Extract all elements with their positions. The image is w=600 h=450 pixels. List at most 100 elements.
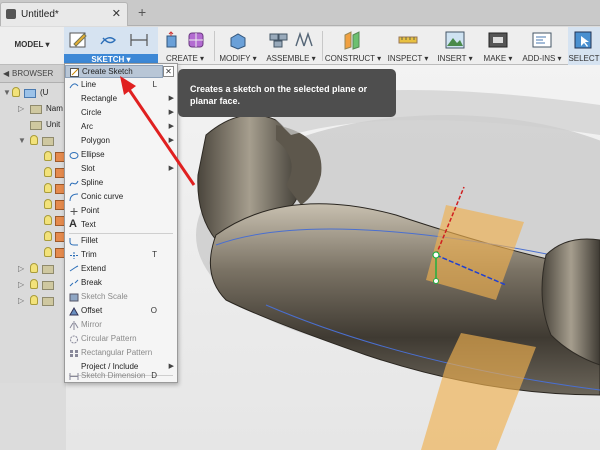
visibility-bulb-icon[interactable] (44, 247, 52, 257)
visibility-bulb-icon[interactable] (30, 263, 38, 273)
menu-item-slot[interactable]: Slot ▶ (65, 163, 177, 176)
menu-item-text[interactable]: A Text (65, 218, 177, 232)
create-group[interactable]: CREATE ▾ (160, 27, 210, 65)
menu-item-arc[interactable]: Arc ▶ (65, 121, 177, 134)
text-icon: A (69, 218, 77, 230)
collapse-icon[interactable]: ◀ (3, 69, 9, 78)
visibility-bulb-icon[interactable] (44, 183, 52, 193)
make-menu-button[interactable]: MAKE ▾ (478, 54, 518, 63)
menu-item-ellipse[interactable]: Ellipse (65, 149, 177, 162)
tree-item[interactable]: ▷ (0, 293, 66, 309)
menu-item-offset[interactable]: Offset O (65, 305, 177, 318)
menu-item-extend[interactable]: Extend (65, 263, 177, 276)
visibility-bulb-icon[interactable] (30, 279, 38, 289)
select-menu-button[interactable]: SELECT (568, 54, 600, 63)
triangle-down-icon[interactable]: ▼ (18, 136, 26, 145)
3d-print-icon (488, 32, 508, 48)
tree-item[interactable] (0, 165, 66, 181)
visibility-bulb-icon[interactable] (44, 215, 52, 225)
menu-item-mirror[interactable]: Mirror (65, 319, 177, 332)
tree-item[interactable] (0, 245, 66, 261)
triangle-down-icon[interactable]: ▼ (3, 88, 11, 97)
create-sketch-icon (69, 32, 87, 48)
menu-shortcut: D (151, 371, 157, 380)
inspect-group[interactable]: INSPECT ▾ (386, 27, 430, 65)
menu-item-label: Offset (81, 306, 103, 315)
addins-menu-button[interactable]: ADD-INS ▾ (520, 54, 564, 63)
triangle-right-icon[interactable]: ▷ (18, 296, 24, 305)
tree-item-root[interactable]: ▼ (U (0, 85, 66, 101)
menu-item-circular-pattern[interactable]: Circular Pattern (65, 333, 177, 346)
trim-icon (70, 252, 78, 259)
visibility-bulb-icon[interactable] (44, 167, 52, 177)
menu-item-trim[interactable]: Trim T (65, 249, 177, 262)
tree-item[interactable]: ▷ (0, 261, 66, 277)
visibility-bulb-icon[interactable] (12, 87, 20, 97)
menu-item-rectangular-pattern[interactable]: Rectangular Pattern (65, 347, 177, 360)
menu-shortcut: T (152, 250, 157, 259)
extend-icon (69, 265, 79, 272)
menu-item-point[interactable]: Point (65, 205, 177, 218)
triangle-right-icon[interactable]: ▷ (18, 104, 24, 113)
menu-item-line[interactable]: Line L (65, 79, 177, 92)
submenu-arrow-icon: ▶ (168, 109, 174, 116)
select-group[interactable]: SELECT (568, 27, 600, 65)
assemble-group[interactable]: ASSEMBLE ▾ (262, 27, 320, 65)
insert-group[interactable]: INSERT ▾ (434, 27, 476, 65)
menu-item-polygon[interactable]: Polygon ▶ (65, 135, 177, 148)
workspace-dropdown[interactable]: MODEL ▾ (6, 35, 58, 55)
close-icon[interactable]: ✕ (112, 7, 121, 20)
create-menu-button[interactable]: CREATE ▾ (160, 54, 210, 63)
sketch-group[interactable]: SKETCH ▾ (64, 27, 158, 65)
press-pull-icon (230, 33, 246, 50)
menu-item-circle[interactable]: Circle ▶ (65, 107, 177, 120)
menu-item-spline[interactable]: Spline (65, 177, 177, 190)
visibility-bulb-icon[interactable] (30, 295, 38, 305)
visibility-bulb-icon[interactable] (44, 199, 52, 209)
menu-item-rectangle[interactable]: Rectangle ▶ (65, 93, 177, 106)
tree-item-label: Unit (46, 120, 61, 129)
tree-item[interactable] (0, 149, 66, 165)
inspect-menu-button[interactable]: INSPECT ▾ (386, 54, 430, 63)
assemble-menu-button[interactable]: ASSEMBLE ▾ (262, 54, 320, 63)
visibility-bulb-icon[interactable] (44, 151, 52, 161)
modify-menu-button[interactable]: MODIFY ▾ (216, 54, 260, 63)
tree-item[interactable]: ▼ (0, 133, 66, 149)
insert-menu-button[interactable]: INSERT ▾ (434, 54, 476, 63)
point-icon (70, 208, 78, 215)
triangle-right-icon[interactable]: ▷ (18, 280, 24, 289)
menu-item-sketch-scale[interactable]: Sketch Scale (65, 291, 177, 304)
axis-endpoint (433, 278, 439, 284)
document-tab[interactable]: Untitled* ✕ (0, 2, 128, 26)
measure-icon (398, 36, 418, 44)
triangle-right-icon[interactable]: ▷ (18, 264, 24, 273)
browser-header[interactable]: ◀ BROWSER (0, 65, 66, 83)
extrude-icon (166, 31, 177, 48)
menu-item-fillet[interactable]: Fillet (65, 235, 177, 248)
tree-item[interactable]: ▷ Nam (0, 101, 66, 117)
construct-group[interactable]: CONSTRUCT ▾ (324, 27, 382, 65)
menu-item-create-sketch[interactable]: Create Sketch (65, 65, 163, 78)
menu-item-break[interactable]: Break (65, 277, 177, 290)
menu-close-button[interactable]: ✕ (163, 66, 174, 77)
visibility-bulb-icon[interactable] (44, 231, 52, 241)
tree-item[interactable] (0, 213, 66, 229)
tree-item[interactable] (0, 229, 66, 245)
tree-item[interactable] (0, 197, 66, 213)
menu-item-conic-curve[interactable]: Conic curve (65, 191, 177, 204)
tree-item[interactable]: ▷ (0, 277, 66, 293)
make-group[interactable]: MAKE ▾ (478, 27, 518, 65)
menu-item-label: Text (81, 220, 96, 229)
tree-item[interactable] (0, 181, 66, 197)
addins-group[interactable]: ADD-INS ▾ (520, 27, 564, 65)
component-icon (24, 89, 36, 98)
new-tab-button[interactable]: + (138, 4, 146, 20)
visibility-bulb-icon[interactable] (30, 135, 38, 145)
menu-item-label: Rectangle (81, 94, 118, 103)
menu-item-label: Create Sketch (82, 67, 133, 76)
modify-group[interactable]: MODIFY ▾ (216, 27, 260, 65)
menu-item-label: Break (81, 278, 102, 287)
menu-item-sketch-dimension[interactable]: Sketch Dimension D (65, 370, 177, 383)
construct-menu-button[interactable]: CONSTRUCT ▾ (324, 54, 382, 63)
tree-item[interactable]: Unit (0, 117, 66, 133)
